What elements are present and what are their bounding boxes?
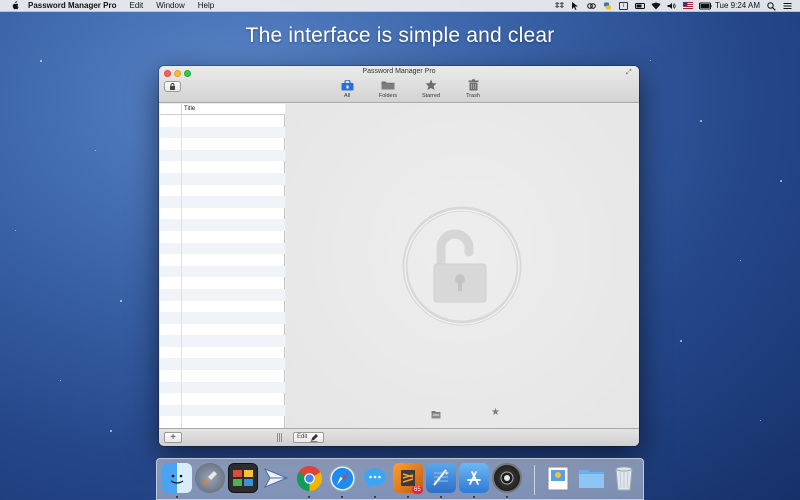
detail-pane: ★: [286, 104, 638, 428]
link-icon[interactable]: [587, 2, 596, 10]
window-menu[interactable]: Window: [156, 1, 184, 10]
notification-center-icon[interactable]: [783, 2, 792, 10]
photo-booth-icon[interactable]: [228, 463, 258, 493]
folder-stack-icon[interactable]: [576, 463, 606, 493]
table-row: [160, 265, 285, 278]
dock: 65: [156, 458, 644, 500]
edit-menu[interactable]: Edit: [129, 1, 143, 10]
table-row: [160, 288, 285, 301]
table-row: [160, 358, 285, 371]
toolbar-folders-label: Folders: [378, 93, 398, 99]
help-menu[interactable]: Help: [198, 1, 214, 10]
table-row: [160, 126, 285, 139]
dock-separator: [534, 465, 535, 495]
table-row: [160, 219, 285, 231]
clock[interactable]: Tue 9:24 AM: [715, 1, 760, 10]
table-row: [160, 301, 285, 313]
table-row: [160, 115, 285, 127]
status-area: i Tue 9:24 AM: [554, 1, 800, 11]
trash-icon: [466, 79, 480, 91]
dropbox-icon[interactable]: [554, 1, 564, 10]
safari-icon[interactable]: [327, 463, 357, 493]
table-row: [160, 277, 285, 289]
flag-icon[interactable]: [682, 1, 693, 10]
battery-status-icon[interactable]: [698, 2, 712, 10]
toolbar-folders[interactable]: Folders: [368, 79, 408, 99]
lock-button[interactable]: [164, 81, 181, 92]
table-row: [160, 404, 285, 417]
app-store-icon[interactable]: [459, 463, 489, 493]
table-row: [160, 196, 285, 208]
column-line: [181, 115, 182, 428]
folder-icon: [381, 79, 395, 91]
cursor-icon[interactable]: [571, 1, 580, 10]
toolbar-all-label: All: [343, 93, 351, 99]
table-row: [160, 324, 285, 336]
password-list[interactable]: Title: [160, 104, 285, 428]
launchpad-icon[interactable]: [195, 463, 225, 493]
title-bar: Password Manager Pro ⤢ All Folders Starr…: [159, 66, 639, 103]
dock-badge: 65: [412, 486, 423, 494]
star-icon: [424, 79, 438, 91]
table-row: [160, 335, 285, 347]
table-row: [160, 254, 285, 266]
table-row: [160, 416, 285, 428]
table-row: [160, 161, 285, 173]
toolbar-trash-label: Trash: [466, 93, 480, 99]
fullscreen-icon[interactable]: ⤢: [626, 69, 634, 77]
info-icon[interactable]: i: [618, 1, 628, 10]
list-rows: [160, 115, 285, 428]
search-icon[interactable]: [767, 1, 776, 11]
lock-box-icon: [340, 79, 354, 91]
camera-icon[interactable]: [492, 463, 522, 493]
table-row: [160, 208, 285, 220]
pencil-icon: [310, 433, 319, 442]
table-row: [160, 242, 285, 255]
python-icon[interactable]: [603, 2, 612, 10]
column-divider[interactable]: [181, 104, 182, 115]
volume-icon[interactable]: [667, 2, 676, 10]
table-row: [160, 312, 285, 324]
xcode-icon[interactable]: [426, 463, 456, 493]
messages-icon[interactable]: [360, 463, 390, 493]
preview-icon[interactable]: [543, 463, 573, 493]
table-row: [160, 231, 285, 243]
add-item-button[interactable]: +: [164, 432, 182, 443]
finder-icon[interactable]: [162, 463, 192, 493]
toolbar-trash[interactable]: Trash: [453, 79, 493, 99]
window-title: Password Manager Pro: [362, 68, 436, 75]
edit-label: Edit: [297, 434, 308, 440]
chrome-icon[interactable]: [294, 463, 324, 493]
lock-icon: [170, 83, 175, 90]
trash-can-icon[interactable]: [609, 463, 639, 493]
star-toggle-icon[interactable]: ★: [491, 408, 500, 418]
table-row: [160, 370, 285, 382]
mail-sender-icon[interactable]: [261, 463, 291, 493]
table-row: [160, 381, 285, 394]
edit-button[interactable]: Edit: [293, 432, 324, 443]
table-row: [160, 393, 285, 405]
table-row: [160, 138, 285, 150]
table-row: [160, 185, 285, 197]
table-row: [160, 149, 285, 162]
promo-caption: The interface is simple and clear: [245, 24, 555, 47]
app-window: Password Manager Pro ⤢ All Folders Starr…: [159, 66, 639, 446]
splitter-grip[interactable]: [277, 433, 283, 442]
table-row: [160, 347, 285, 359]
wifi-icon[interactable]: [651, 2, 661, 10]
title-column-header[interactable]: Title: [184, 106, 195, 112]
battery-icon[interactable]: [634, 2, 645, 10]
move-to-folder-icon[interactable]: [431, 410, 441, 419]
app-menu[interactable]: Password Manager Pro: [28, 1, 116, 10]
table-row: [160, 172, 285, 185]
toolbar-starred[interactable]: Starred: [411, 79, 451, 99]
bottom-bar: + Edit: [159, 428, 639, 446]
unlocked-padlock-icon: [402, 206, 522, 326]
toolbar-starred-label: Starred: [421, 93, 441, 99]
toolbar-all[interactable]: All: [327, 79, 367, 99]
list-header: Title: [160, 104, 285, 115]
apple-menu-icon[interactable]: [10, 1, 20, 11]
menu-bar: Password Manager Pro Edit Window Help i …: [0, 0, 800, 12]
